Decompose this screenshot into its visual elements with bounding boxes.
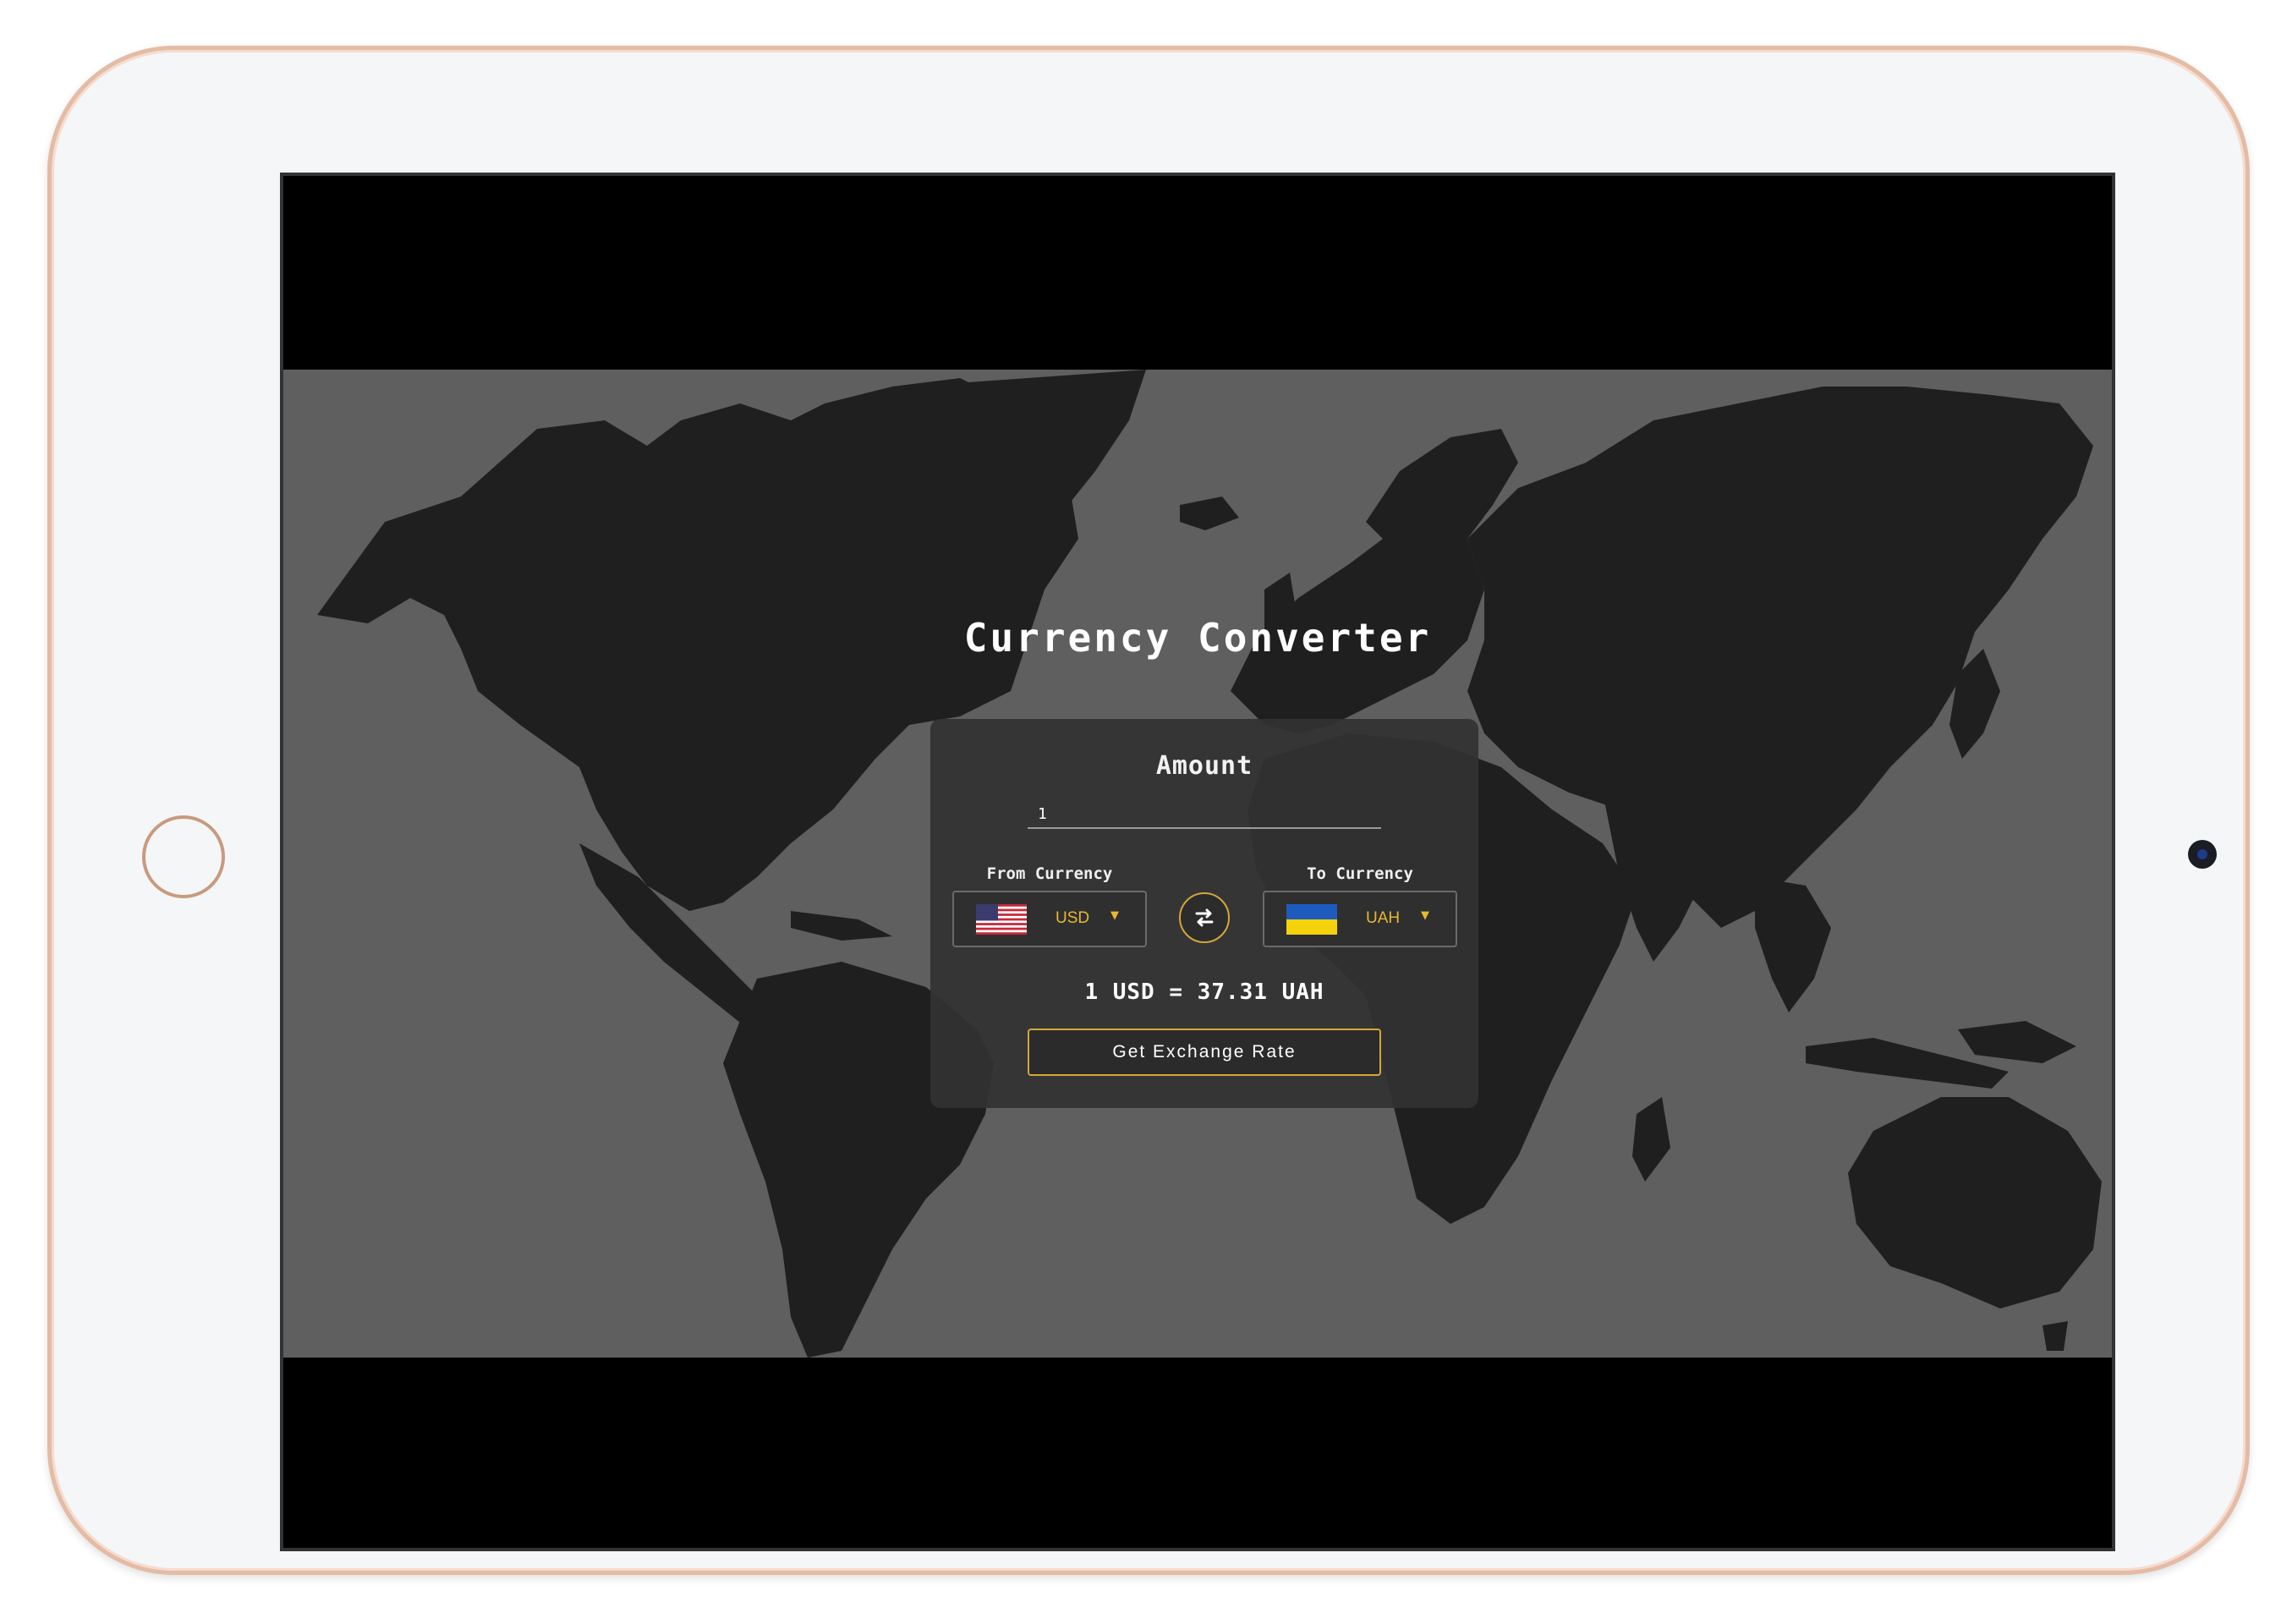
swap-arrows-icon xyxy=(1195,908,1214,927)
chevron-down-icon: ▼ xyxy=(1110,909,1119,922)
chevron-down-icon: ▼ xyxy=(1421,909,1429,922)
front-camera xyxy=(2188,840,2217,869)
from-currency-select[interactable]: USD ▼ xyxy=(952,891,1147,947)
to-currency-label: To Currency xyxy=(1307,864,1413,883)
get-exchange-rate-button[interactable]: Get Exchange Rate xyxy=(1028,1029,1381,1076)
us-flag-icon xyxy=(976,904,1027,935)
page-title: Currency Converter xyxy=(963,615,1432,661)
converter-card: Amount From Currency USD xyxy=(930,719,1478,1108)
ua-flag-icon xyxy=(1286,904,1337,935)
amount-label: Amount xyxy=(1155,751,1253,781)
to-currency-select[interactable]: UAH ▼ xyxy=(1263,891,1457,947)
tablet-frame: Currency Converter Amount From Currency xyxy=(47,46,2250,1575)
to-currency-code: UAH xyxy=(1366,909,1401,927)
app-viewport: Currency Converter Amount From Currency xyxy=(283,370,2112,1358)
tablet-screen: Currency Converter Amount From Currency xyxy=(280,173,2115,1551)
swap-currencies-button[interactable] xyxy=(1179,892,1230,943)
amount-input[interactable] xyxy=(1028,800,1381,829)
exchange-result: 1 USD = 37.31 UAH xyxy=(1084,979,1324,1005)
home-button[interactable] xyxy=(142,815,225,898)
from-currency-code: USD xyxy=(1056,909,1090,927)
from-currency-label: From Currency xyxy=(986,864,1113,883)
